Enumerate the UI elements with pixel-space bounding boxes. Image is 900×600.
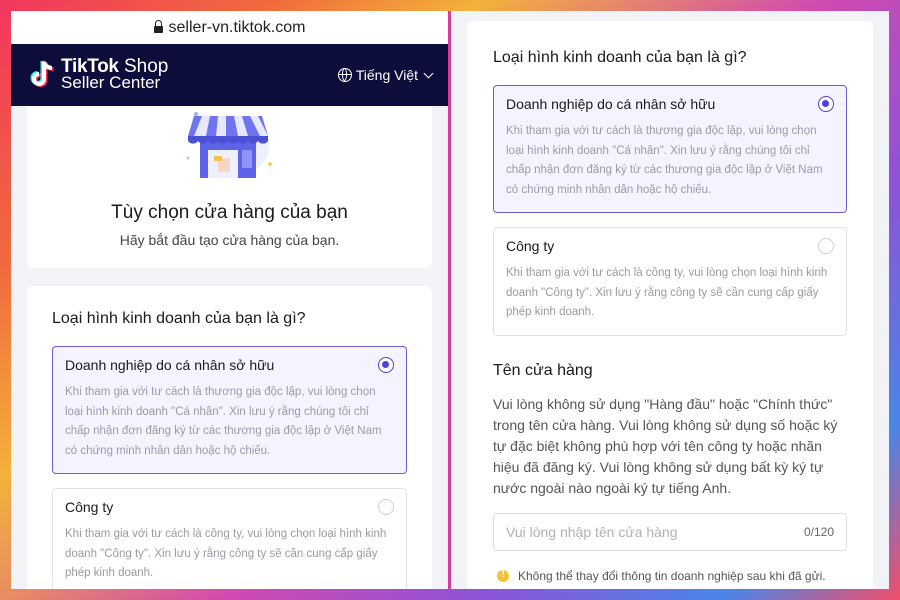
char-counter: 0/120 [803,524,834,539]
url-bar[interactable]: seller-vn.tiktok.com [11,11,448,44]
store-illustration-icon [186,112,272,178]
option-description: Khi tham gia với tư cách là thương gia đ… [65,386,382,457]
option-title: Doanh nghiệp do cá nhân sở hữu [65,357,275,373]
submit-notice: Không thể thay đổi thông tin doanh nghiệ… [467,556,873,589]
option-description: Khi tham gia với tư cách là thương gia đ… [506,125,823,196]
option-title: Doanh nghiệp do cá nhân sở hữu [506,96,716,112]
store-name-field[interactable]: 0/120 [493,512,847,551]
notice-text: Không thể thay đổi thông tin doanh nghiệ… [518,569,826,583]
hero-title: Tùy chọn cửa hàng của bạn [111,202,348,223]
store-hero-card: Tùy chọn cửa hàng của bạn Hãy bắt đầu tạ… [27,106,432,268]
option-individual[interactable]: Doanh nghiệp do cá nhân sở hữu Khi tham … [52,346,407,474]
business-type-question: Loại hình kinh doanh của bạn là gì? [52,310,306,327]
radio-selected-icon[interactable] [378,357,394,373]
brand-logo[interactable]: TikTok Shop Seller Center [27,57,168,92]
warning-icon [497,569,509,582]
radio-selected-icon[interactable] [818,96,834,112]
chevron-down-icon [423,68,434,78]
option-description: Khi tham gia với tư cách là công ty, vui… [65,528,387,579]
store-name-input[interactable] [506,523,766,540]
option-description: Khi tham gia với tư cách là công ty, vui… [506,267,828,318]
business-type-question: Loại hình kinh doanh của bạn là gì? [493,49,747,66]
brand-sub: Seller Center [61,73,161,92]
left-screen: seller-vn.tiktok.com TikTok Shop Seller … [11,11,448,589]
business-type-card: Loại hình kinh doanh của bạn là gì? Doan… [27,286,432,589]
radio-unselected-icon[interactable] [378,499,394,515]
option-title: Công ty [65,499,114,515]
lock-icon [153,20,163,33]
option-company[interactable]: Công ty Khi tham gia với tư cách là công… [493,227,847,336]
right-screen: Loại hình kinh doanh của bạn là gì? Doan… [451,11,889,589]
globe-icon [337,68,352,82]
option-title: Công ty [506,238,555,254]
store-name-guidelines: Vui lòng không sử dụng "Hàng đầu" hoặc "… [493,395,838,496]
url-text: seller-vn.tiktok.com [168,18,306,36]
language-label: Tiếng Việt [355,67,418,83]
store-name-title: Tên cửa hàng [493,361,593,379]
option-company[interactable]: Công ty Khi tham gia với tư cách là công… [52,488,407,589]
radio-unselected-icon[interactable] [818,238,834,254]
language-selector[interactable]: Tiếng Việt [337,67,434,83]
site-header: TikTok Shop Seller Center Tiếng Việt [11,44,448,106]
business-form-card: Loại hình kinh doanh của bạn là gì? Doan… [467,21,873,565]
hero-subtitle: Hãy bắt đầu tạo cửa hàng của bạn. [119,232,340,248]
option-individual[interactable]: Doanh nghiệp do cá nhân sở hữu Khi tham … [493,85,847,213]
tiktok-logo-icon [30,60,54,87]
